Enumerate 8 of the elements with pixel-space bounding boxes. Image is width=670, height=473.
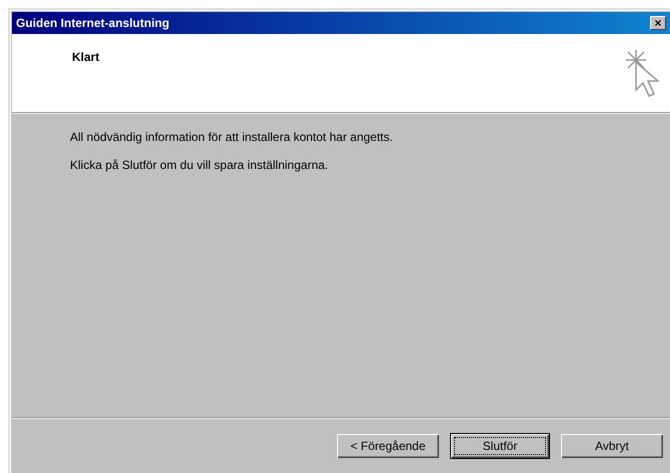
page-title: Klart	[72, 50, 100, 66]
info-text: Klicka på Slutför om du vill spara inställningarna.	[70, 158, 330, 172]
wizard-button[interactable]: Slutför	[450, 433, 550, 459]
wizard-button[interactable]: Avbryt	[560, 433, 664, 459]
wizard-button[interactable]: < Föregående	[336, 433, 440, 459]
info-text: All nödvändig information för att installera kontot har angetts.	[70, 130, 394, 144]
close-button[interactable]: ×	[650, 16, 666, 30]
window-title: Guiden Internet-anslutning	[16, 16, 170, 30]
